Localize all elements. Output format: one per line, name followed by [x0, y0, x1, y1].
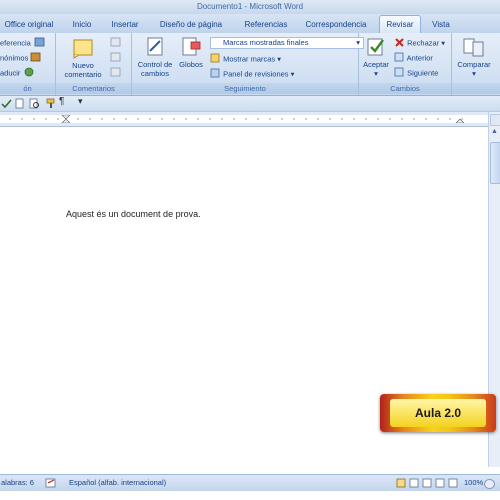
- markup-select-value: Marcas mostradas finales: [223, 38, 309, 47]
- balloons-label: Globos: [179, 60, 203, 69]
- proofing-group: eferencia nónimos aducir ón: [0, 33, 56, 95]
- changes-group-label: Cambios: [359, 83, 451, 94]
- track-changes-button[interactable]: Control de cambios: [134, 36, 176, 78]
- synonyms-label: nónimos: [0, 53, 29, 63]
- accept-button[interactable]: Aceptar ▾: [360, 36, 392, 78]
- show-markup-label: Mostrar marcas: [223, 54, 276, 64]
- next-change-button[interactable]: Siguiente: [394, 67, 438, 80]
- ruler-track: [0, 114, 488, 124]
- accept-label: Aceptar: [363, 60, 389, 69]
- review-pane-label: Panel de revisiones: [223, 69, 289, 79]
- review-pane-button[interactable]: Panel de revisiones ▾: [210, 68, 294, 81]
- compare-button[interactable]: Comparar ▾: [454, 36, 494, 78]
- next-label: Siguiente: [407, 68, 439, 78]
- web-layout-icon[interactable]: [422, 478, 432, 494]
- tab-vista[interactable]: Vista: [424, 16, 458, 33]
- previous-label: Anterior: [406, 53, 433, 63]
- scroll-up-icon[interactable]: ▲: [490, 128, 499, 138]
- reference-label: eferencia: [0, 38, 31, 48]
- tab-inicio[interactable]: Inicio: [64, 16, 100, 33]
- balloons-icon: [176, 36, 206, 60]
- title-bar: Documento1 - Microsoft Word: [0, 0, 500, 14]
- customize-toolbar-icon[interactable]: ▾: [78, 96, 83, 107]
- chevron-down-icon: ▾: [374, 69, 378, 78]
- new-document-icon[interactable]: [15, 98, 25, 111]
- aula-logo: Aula 2.0: [380, 394, 496, 432]
- next-icon: [394, 67, 405, 80]
- previous-icon: [394, 52, 405, 65]
- word-count[interactable]: alabras: 6: [1, 475, 34, 491]
- pilcrow-icon[interactable]: ¶: [59, 96, 64, 107]
- track-changes-label: Control de cambios: [137, 60, 173, 78]
- reference-button[interactable]: eferencia: [0, 37, 47, 50]
- tracking-group-label: Seguimiento: [132, 83, 358, 94]
- ruler-toggle-icon[interactable]: [490, 114, 500, 126]
- pane-icon: [210, 68, 221, 81]
- show-markup-button[interactable]: Mostrar marcas ▾: [210, 53, 281, 66]
- zoom-level[interactable]: 100%: [464, 475, 483, 491]
- comment-icon: [60, 37, 106, 61]
- delete-comment-button[interactable]: [110, 37, 122, 50]
- reject-icon: [394, 37, 405, 50]
- proofing-status-icon[interactable]: [45, 478, 57, 494]
- book-icon: [33, 37, 47, 50]
- accept-icon: [360, 36, 392, 60]
- status-bar: alabras: 6 Español (alfab. internacional…: [0, 474, 500, 491]
- format-painter-icon[interactable]: [45, 98, 56, 111]
- ruler-ticks: [9, 114, 465, 124]
- print-preview-icon[interactable]: [29, 98, 40, 111]
- quick-access-toolbar: ¶ ▾: [0, 96, 500, 112]
- next-comment-button[interactable]: [110, 67, 122, 80]
- previous-comment-button[interactable]: [110, 52, 122, 65]
- window-title: Documento1 - Microsoft Word: [196, 2, 304, 11]
- tab-correspondencia[interactable]: Correspondencia: [300, 16, 372, 33]
- zoom-out-icon[interactable]: [484, 479, 495, 489]
- document-text[interactable]: Aquest és un document de prova.: [66, 209, 201, 219]
- proofing-group-label: ón: [0, 83, 55, 94]
- tab-insertar[interactable]: Insertar: [104, 16, 146, 33]
- new-comment-button[interactable]: Nuevo comentario: [60, 37, 106, 79]
- reject-button[interactable]: Rechazar ▾: [394, 37, 445, 50]
- draft-view-icon[interactable]: [448, 478, 458, 494]
- previous-change-button[interactable]: Anterior: [394, 52, 433, 65]
- tab-diseno-pagina[interactable]: Diseño de página: [150, 16, 232, 33]
- comments-group: Nuevo comentario Comentarios: [56, 33, 132, 95]
- reject-label: Rechazar: [407, 38, 440, 48]
- track-changes-icon: [134, 36, 176, 60]
- chevron-down-icon: ▾: [472, 69, 476, 78]
- changes-group: Aceptar ▾ Rechazar ▾ Anterior Siguiente …: [359, 33, 452, 95]
- balloons-button[interactable]: Globos: [176, 36, 206, 69]
- thesaurus-icon: [30, 52, 42, 65]
- new-comment-label: Nuevo comentario: [64, 61, 102, 79]
- compare-group-label: [452, 83, 500, 94]
- ribbon: eferencia nónimos aducir ón Nuevo coment…: [0, 33, 500, 96]
- scroll-thumb[interactable]: [490, 142, 500, 184]
- tab-office-original[interactable]: Office original: [0, 16, 58, 33]
- compare-label: Comparar: [457, 60, 491, 69]
- ribbon-tabs: Office original Inicio Insertar Diseño d…: [0, 14, 500, 33]
- comments-group-label: Comentarios: [56, 83, 131, 94]
- tracking-group: Control de cambios Globos Marcas mostrad…: [132, 33, 364, 95]
- globe-icon: [23, 67, 35, 80]
- markup-icon: [210, 53, 221, 66]
- synonyms-button[interactable]: nónimos: [0, 52, 42, 65]
- compare-group: Comparar ▾: [452, 33, 500, 95]
- translate-label: aducir: [0, 68, 21, 78]
- language-indicator[interactable]: Español (alfab. internacional): [69, 475, 166, 491]
- translate-button[interactable]: aducir: [0, 67, 35, 80]
- markup-select[interactable]: Marcas mostradas finales ▾: [210, 37, 364, 49]
- tab-referencias[interactable]: Referencias: [236, 16, 296, 33]
- horizontal-ruler[interactable]: [0, 112, 500, 127]
- aula-logo-text: Aula 2.0: [390, 399, 486, 427]
- tab-revisar[interactable]: Revisar: [379, 15, 421, 33]
- spelling-icon[interactable]: [1, 98, 12, 111]
- full-screen-icon[interactable]: [409, 478, 419, 494]
- print-layout-icon[interactable]: [396, 478, 406, 494]
- compare-icon: [454, 36, 494, 60]
- outline-view-icon[interactable]: [435, 478, 445, 494]
